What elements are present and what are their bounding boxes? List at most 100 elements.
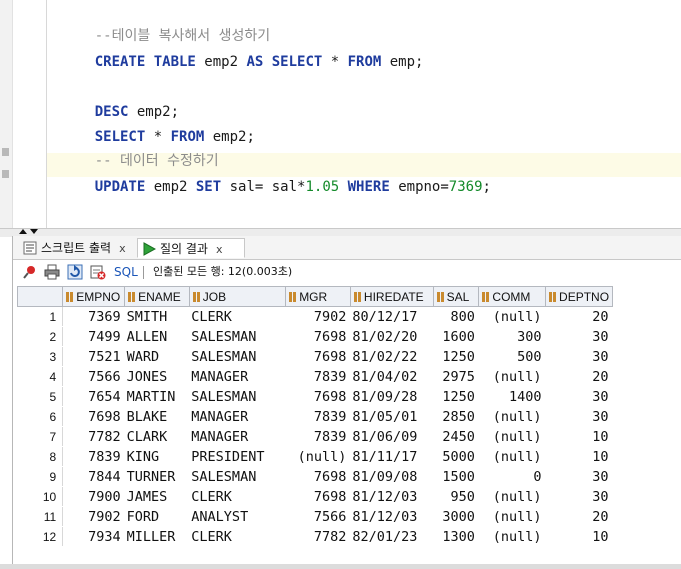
cell-hiredate[interactable]: 81/02/22 <box>350 346 434 367</box>
cell-hiredate[interactable]: 81/12/03 <box>350 486 434 507</box>
cell-mgr[interactable]: (null) <box>285 446 351 467</box>
cell-mgr[interactable]: 7698 <box>285 326 351 347</box>
cell-ename[interactable]: JAMES <box>124 486 190 507</box>
code-line-select[interactable]: SELECT * FROM emp2; <box>61 104 255 145</box>
column-header-hiredate[interactable]: HIREDATE <box>349 286 434 307</box>
results-grid[interactable]: EMPNO ENAME JOB MGR HIREDATE SAL COMM DE… <box>16 286 613 547</box>
cell-empno[interactable]: 7654 <box>62 386 125 407</box>
cell-mgr[interactable]: 7698 <box>285 486 351 507</box>
cell-hiredate[interactable]: 81/12/03 <box>350 506 434 527</box>
cell-hiredate[interactable]: 82/01/23 <box>350 526 434 547</box>
cell-hiredate[interactable]: 81/06/09 <box>350 426 434 447</box>
cell-mgr[interactable]: 7902 <box>285 306 351 327</box>
cell-mgr[interactable]: 7566 <box>285 506 351 527</box>
tab-query-result[interactable]: 질의 결과 x <box>137 238 245 258</box>
close-icon[interactable]: x <box>119 242 126 255</box>
cell-deptno[interactable]: 20 <box>545 506 613 527</box>
cell-comm[interactable]: (null) <box>478 506 546 527</box>
code-line-update[interactable]: UPDATE emp2 SET sal= sal*1.05 WHERE empn… <box>61 154 491 195</box>
column-header-empno[interactable]: EMPNO <box>62 286 126 307</box>
cell-empno[interactable]: 7900 <box>62 486 125 507</box>
cell-job[interactable]: SALESMAN <box>189 326 286 347</box>
cell-deptno[interactable]: 30 <box>545 486 613 507</box>
cell-sal[interactable]: 800 <box>433 306 479 327</box>
column-header-comm[interactable]: COMM <box>478 286 547 307</box>
cell-empno[interactable]: 7934 <box>62 526 125 547</box>
cell-mgr[interactable]: 7839 <box>285 426 351 447</box>
cell-sal[interactable]: 2975 <box>433 366 479 387</box>
cell-hiredate[interactable]: 81/11/17 <box>350 446 434 467</box>
cell-empno[interactable]: 7844 <box>62 466 125 487</box>
cell-deptno[interactable]: 20 <box>545 366 613 387</box>
cell-empno[interactable]: 7521 <box>62 346 125 367</box>
cell-job[interactable]: SALESMAN <box>189 466 286 487</box>
cell-sal[interactable]: 1600 <box>433 326 479 347</box>
cell-hiredate[interactable]: 80/12/17 <box>350 306 434 327</box>
cell-comm[interactable]: (null) <box>478 366 546 387</box>
cell-hiredate[interactable]: 81/09/08 <box>350 466 434 487</box>
cell-job[interactable]: MANAGER <box>189 406 286 427</box>
cell-ename[interactable]: JONES <box>124 366 190 387</box>
table-row[interactable]: 1 7369 SMITH CLERK 7902 80/12/17 800 (null) 20 <box>17 306 613 327</box>
cell-job[interactable]: PRESIDENT <box>189 446 286 467</box>
cell-deptno[interactable]: 10 <box>545 426 613 447</box>
column-header-sal[interactable]: SAL <box>432 286 480 307</box>
cell-job[interactable]: ANALYST <box>189 506 286 527</box>
code-line-desc[interactable]: DESC emp2; <box>61 79 179 120</box>
cell-deptno[interactable]: 10 <box>545 526 613 547</box>
clear-icon[interactable] <box>90 264 106 280</box>
cell-comm[interactable]: (null) <box>478 446 546 467</box>
cell-deptno[interactable]: 30 <box>545 326 613 347</box>
cell-comm[interactable]: (null) <box>478 426 546 447</box>
cell-sal[interactable]: 2850 <box>433 406 479 427</box>
tab-script-output[interactable]: 스크립트 출력 x <box>19 238 140 258</box>
cell-job[interactable]: CLERK <box>189 486 286 507</box>
cell-job[interactable]: CLERK <box>189 526 286 547</box>
cell-deptno[interactable]: 30 <box>545 386 613 407</box>
cell-mgr[interactable]: 7782 <box>285 526 351 547</box>
cell-sal[interactable]: 1300 <box>433 526 479 547</box>
cell-ename[interactable]: MILLER <box>124 526 190 547</box>
cell-sal[interactable]: 3000 <box>433 506 479 527</box>
cell-comm[interactable]: (null) <box>478 406 546 427</box>
cell-sal[interactable]: 1500 <box>433 466 479 487</box>
table-row[interactable]: 11 7902 FORD ANALYST 7566 81/12/03 3000 (null) 2… <box>17 506 613 527</box>
table-row[interactable]: 6 7698 BLAKE MANAGER 7839 81/05/01 2850 (null) 3… <box>17 406 613 427</box>
cell-hiredate[interactable]: 81/09/28 <box>350 386 434 407</box>
cell-mgr[interactable]: 7839 <box>285 366 351 387</box>
cell-mgr[interactable]: 7698 <box>285 466 351 487</box>
cell-mgr[interactable]: 7839 <box>285 406 351 427</box>
cell-job[interactable]: MANAGER <box>189 426 286 447</box>
cell-sal[interactable]: 1250 <box>433 386 479 407</box>
cell-deptno[interactable]: 30 <box>545 466 613 487</box>
cell-comm[interactable]: (null) <box>478 526 546 547</box>
table-row[interactable]: 2 7499 ALLEN SALESMAN 7698 81/02/20 1600 300 30 <box>17 326 613 347</box>
column-header-ename[interactable]: ENAME <box>124 286 190 307</box>
cell-sal[interactable]: 5000 <box>433 446 479 467</box>
cell-job[interactable]: MANAGER <box>189 366 286 387</box>
table-row[interactable]: 7 7782 CLARK MANAGER 7839 81/06/09 2450 (null) 1… <box>17 426 613 447</box>
cell-sal[interactable]: 950 <box>433 486 479 507</box>
cell-hiredate[interactable]: 81/04/02 <box>350 366 434 387</box>
table-row[interactable]: 8 7839 KING PRESIDENT (null) 81/11/17 5000 (nul… <box>17 446 613 467</box>
cell-job[interactable]: CLERK <box>189 306 286 327</box>
cell-hiredate[interactable]: 81/05/01 <box>350 406 434 427</box>
cell-deptno[interactable]: 30 <box>545 346 613 367</box>
cell-deptno[interactable]: 10 <box>545 446 613 467</box>
cell-comm[interactable]: 0 <box>478 466 546 487</box>
column-header-deptno[interactable]: DEPTNO <box>545 286 613 307</box>
table-row[interactable]: 5 7654 MARTIN SALESMAN 7698 81/09/28 1250 1400 3… <box>17 386 613 407</box>
table-row[interactable]: 4 7566 JONES MANAGER 7839 81/04/02 2975 (null) 2… <box>17 366 613 387</box>
cell-mgr[interactable]: 7698 <box>285 346 351 367</box>
cell-ename[interactable]: ALLEN <box>124 326 190 347</box>
sql-editor[interactable]: --테이블 복사해서 생성하기 CREATE TABLE emp2 AS SEL… <box>0 0 681 228</box>
cell-comm[interactable]: 500 <box>478 346 546 367</box>
cell-mgr[interactable]: 7698 <box>285 386 351 407</box>
table-row[interactable]: 9 7844 TURNER SALESMAN 7698 81/09/08 1500 0 30 <box>17 466 613 487</box>
pin-icon[interactable] <box>22 264 38 280</box>
cell-comm[interactable]: (null) <box>478 306 546 327</box>
close-icon[interactable]: x <box>216 243 223 256</box>
cell-empno[interactable]: 7839 <box>62 446 125 467</box>
cell-empno[interactable]: 7499 <box>62 326 125 347</box>
cell-sal[interactable]: 2450 <box>433 426 479 447</box>
